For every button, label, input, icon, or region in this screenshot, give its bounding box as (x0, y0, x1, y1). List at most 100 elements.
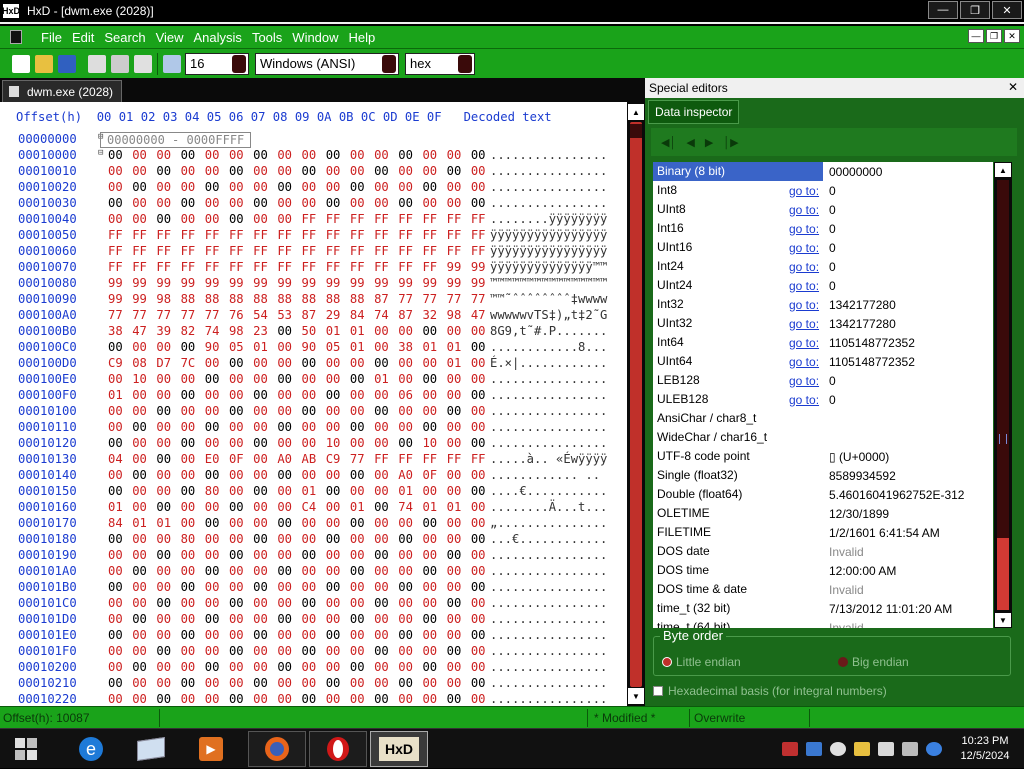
hex-byte[interactable]: 00 (253, 660, 277, 676)
decoded-text[interactable]: ................ (490, 388, 607, 402)
hex-byte[interactable]: 00 (132, 484, 156, 500)
hex-byte[interactable]: FF (302, 228, 326, 244)
hex-byte[interactable]: 00 (229, 468, 253, 484)
chevron-down-icon[interactable] (232, 54, 246, 73)
hex-byte[interactable]: 00 (326, 404, 350, 420)
hex-byte[interactable]: 74 (205, 324, 229, 340)
hex-byte[interactable]: 00 (108, 164, 132, 180)
hex-byte[interactable]: 00 (374, 516, 398, 532)
hex-byte[interactable]: 00 (229, 164, 253, 180)
decoded-text[interactable]: ................ (490, 420, 607, 434)
inspector-value[interactable]: ▯ (U+0000) (829, 450, 889, 464)
hex-byte[interactable]: 53 (277, 308, 301, 324)
hex-byte[interactable]: 00 (447, 180, 471, 196)
hex-byte[interactable]: 00 (132, 644, 156, 660)
hex-byte[interactable]: 00 (447, 660, 471, 676)
inspector-row[interactable]: AnsiChar / char8_t (653, 409, 993, 428)
hex-byte[interactable]: 00 (302, 356, 326, 372)
hex-row[interactable]: 00010210 00 00 00 00 00 00 00 00 00 00 00 00 00 00 00 00… (18, 676, 607, 692)
hex-byte[interactable]: 00 (156, 660, 180, 676)
hex-byte[interactable]: 00 (132, 404, 156, 420)
hex-byte[interactable]: 00 (374, 676, 398, 692)
hex-byte[interactable]: 00 (277, 436, 301, 452)
hex-byte[interactable]: FF (398, 452, 422, 468)
hex-byte[interactable]: FF (181, 244, 205, 260)
hex-byte[interactable]: 99 (132, 276, 156, 292)
hex-byte[interactable]: 00 (156, 548, 180, 564)
hex-byte[interactable]: 00 (132, 164, 156, 180)
hex-byte[interactable]: 00 (326, 468, 350, 484)
hex-byte[interactable]: 00 (132, 420, 156, 436)
hex-byte[interactable]: 00 (132, 468, 156, 484)
hxd-taskbar-icon[interactable]: HxD (370, 731, 428, 767)
hex-byte[interactable]: 00 (205, 180, 229, 196)
hex-byte[interactable]: 00 (374, 484, 398, 500)
hex-byte[interactable]: 00 (156, 596, 180, 612)
goto-link[interactable]: go to: (789, 279, 819, 293)
firefox-icon[interactable] (248, 731, 306, 767)
hex-byte[interactable]: 99 (205, 276, 229, 292)
hex-byte[interactable]: 01 (132, 516, 156, 532)
hex-byte[interactable]: FF (253, 260, 277, 276)
scroll-track[interactable] (630, 122, 642, 687)
hex-byte[interactable]: 00 (398, 148, 422, 164)
cloud-icon[interactable] (806, 742, 822, 756)
hex-byte[interactable]: 00 (447, 612, 471, 628)
hex-byte[interactable]: 88 (181, 292, 205, 308)
menu-edit[interactable]: Edit (67, 30, 99, 45)
inspector-row[interactable]: UTF-8 code point ▯ (U+0000) (653, 447, 993, 466)
hex-byte[interactable]: 00 (156, 468, 180, 484)
inspector-value[interactable]: 0 (829, 203, 836, 217)
hex-byte[interactable]: 00 (398, 164, 422, 180)
hex-byte[interactable]: 00 (326, 148, 350, 164)
hex-byte[interactable]: 00 (156, 404, 180, 420)
hex-byte[interactable]: 00 (205, 516, 229, 532)
hex-row[interactable]: 00010140 00 00 00 00 00 00 00 00 00 00 00 00 A0 0F 00 00… (18, 468, 600, 484)
hex-byte[interactable]: 00 (229, 420, 253, 436)
hex-byte[interactable]: 00 (156, 196, 180, 212)
hex-byte[interactable]: 00 (374, 548, 398, 564)
hex-byte[interactable]: 00 (374, 420, 398, 436)
inspector-value[interactable]: 0 (829, 260, 836, 274)
hex-byte[interactable]: FF (205, 228, 229, 244)
hex-row[interactable]: 00010040 00 00 00 00 00 00 00 00 FF FF FF FF FF FF FF FF… (18, 212, 607, 228)
clock[interactable]: 10:23 PM 12/5/2024 (946, 734, 1024, 764)
hex-byte[interactable]: 00 (277, 532, 301, 548)
hex-byte[interactable]: 00 (277, 388, 301, 404)
hex-byte[interactable]: FF (229, 244, 253, 260)
hex-byte[interactable]: FF (156, 260, 180, 276)
hex-byte[interactable]: 99 (181, 276, 205, 292)
hex-byte[interactable]: FF (302, 260, 326, 276)
hex-byte[interactable]: 05 (326, 340, 350, 356)
copy-icon[interactable] (134, 54, 152, 73)
hex-row[interactable]: 00010170 84 01 01 00 00 00 00 00 00 00 00 00 00 00 00 00… (18, 516, 607, 532)
hex-byte[interactable]: 00 (253, 628, 277, 644)
hex-byte[interactable]: 00 (422, 356, 446, 372)
decoded-text[interactable]: ........Ä...t... (490, 500, 607, 514)
hex-byte[interactable]: 01 (350, 340, 374, 356)
hex-byte[interactable]: 00 (302, 404, 326, 420)
goto-link[interactable]: go to: (789, 203, 819, 217)
hex-byte[interactable]: 00 (253, 356, 277, 372)
hex-byte[interactable]: 77 (422, 292, 446, 308)
hex-byte[interactable]: 00 (156, 628, 180, 644)
hex-byte[interactable]: 00 (277, 484, 301, 500)
hex-byte[interactable]: 00 (205, 388, 229, 404)
hex-byte[interactable]: 00 (422, 612, 446, 628)
hex-byte[interactable]: 00 (253, 404, 277, 420)
hex-row[interactable]: 00010220 00 00 00 00 00 00 00 00 00 00 00 00 00 00 00 00… (18, 692, 607, 706)
scroll-up-icon[interactable]: ▲ (995, 163, 1011, 177)
mdi-close-button[interactable]: ✕ (1004, 29, 1020, 43)
windows-start-icon[interactable] (8, 733, 44, 765)
hex-byte[interactable]: 10 (132, 372, 156, 388)
inspector-value[interactable]: Invalid (829, 545, 864, 559)
decoded-text[interactable]: ................ (490, 692, 607, 706)
hex-byte[interactable]: 00 (229, 436, 253, 452)
flag-icon[interactable] (878, 742, 894, 756)
decoded-text[interactable]: ............ .. (490, 468, 600, 482)
hex-byte[interactable]: 00 (374, 580, 398, 596)
hex-byte[interactable]: 00 (156, 692, 180, 706)
hex-byte[interactable]: 00 (132, 660, 156, 676)
hex-byte[interactable]: 00 (302, 164, 326, 180)
hex-byte[interactable]: FF (229, 260, 253, 276)
